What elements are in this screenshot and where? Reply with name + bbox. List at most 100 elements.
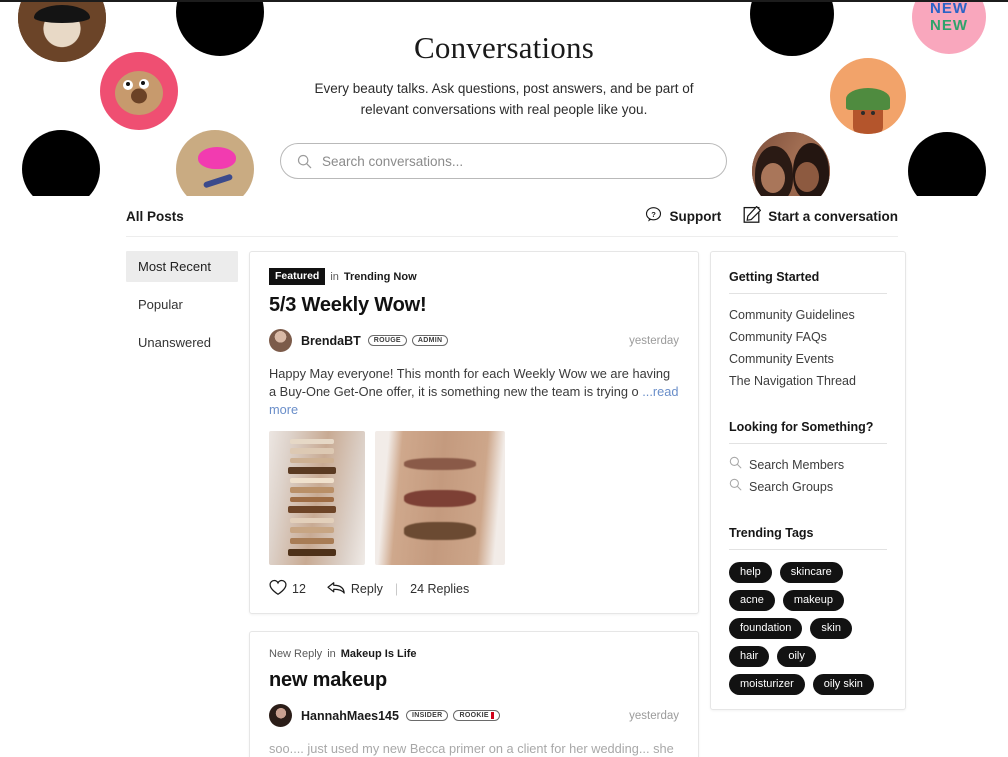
tag-moisturizer[interactable]: moisturizer <box>729 674 805 695</box>
hero-subtitle-line1: Every beauty talks. Ask questions, post … <box>314 81 694 96</box>
foundation-swatch-arm-photo-2[interactable] <box>375 431 505 565</box>
post-timestamp: yesterday <box>629 334 679 347</box>
badge-label: ADMIN <box>417 337 443 344</box>
search-icon <box>729 478 742 497</box>
reply-label: Reply <box>350 582 383 596</box>
reply-button[interactable]: Reply <box>326 580 383 599</box>
content-area: Most Recent Popular Unanswered Featured … <box>0 237 1008 757</box>
badge-label: ROUGE <box>373 337 401 344</box>
featured-badge: Featured <box>269 268 326 285</box>
start-conversation-label: Start a conversation <box>768 208 898 224</box>
support-button[interactable]: ? Support <box>645 206 721 226</box>
black-avatar-4 <box>908 132 986 196</box>
looking-for-heading: Looking for Something? <box>729 420 874 434</box>
rookie-rank-mark <box>490 712 494 719</box>
start-conversation-button[interactable]: Start a conversation <box>743 205 898 227</box>
search-input[interactable] <box>322 153 692 169</box>
hero-subtitle: Every beauty talks. Ask questions, post … <box>304 78 704 120</box>
meta-connector: in <box>327 648 336 660</box>
post-card[interactable]: Featured in Trending Now 5/3 Weekly Wow!… <box>249 251 699 614</box>
author-badge-rookie: ROOKIE <box>453 710 500 721</box>
post-title[interactable]: 5/3 Weekly Wow! <box>269 294 679 317</box>
post-meta: Featured in Trending Now <box>269 268 679 285</box>
replies-count[interactable]: 24 Replies <box>410 582 469 596</box>
author-name[interactable]: BrendaBT <box>301 334 361 348</box>
sidebar-link-community-events[interactable]: Community Events <box>729 350 887 369</box>
sidebar-link-community-faqs[interactable]: Community FAQs <box>729 328 887 347</box>
search-icon <box>297 154 312 169</box>
question-bubble-icon: ? <box>645 206 662 226</box>
swatch-stripe <box>403 522 477 540</box>
post-meta: New Reply in Makeup Is Life <box>269 648 679 660</box>
author-badge-insider: INSIDER <box>405 710 449 721</box>
tag-skin[interactable]: skin <box>810 618 852 639</box>
toolbar: All Posts ? Support Start a conversation <box>126 196 898 237</box>
tag-hair[interactable]: hair <box>729 646 770 667</box>
foundation-swatch-arm-photo-1[interactable] <box>269 431 365 565</box>
post-excerpt-text: Happy May everyone! This month for each … <box>269 366 671 399</box>
divider <box>729 443 887 444</box>
support-label: Support <box>669 208 722 224</box>
sidebar-link-label: Search Members <box>749 458 845 472</box>
sidebar-link-community-guidelines[interactable]: Community Guidelines <box>729 306 887 325</box>
search-bar[interactable] <box>280 143 727 179</box>
post-card[interactable]: New Reply in Makeup Is Life new makeup H… <box>249 631 699 757</box>
like-button[interactable]: 12 <box>269 579 306 599</box>
tag-oily[interactable]: oily <box>777 646 816 667</box>
sidebar-link-search-members[interactable]: Search Members <box>729 456 887 475</box>
page-title: Conversations <box>414 30 594 65</box>
two-women-selfie-avatar <box>752 132 830 196</box>
sidebar-link-label: Search Groups <box>749 480 834 494</box>
post-group-link[interactable]: Makeup Is Life <box>341 648 417 660</box>
post-author-row: HannahMaes145 INSIDER ROOKIE yesterday <box>269 704 679 727</box>
compose-pencil-icon <box>743 205 762 227</box>
getting-started-heading: Getting Started <box>729 270 820 284</box>
post-author-row: BrendaBT ROUGE ADMIN yesterday <box>269 329 679 352</box>
filter-label: Popular <box>138 297 183 312</box>
post-excerpt: Happy May everyone! This month for each … <box>269 365 679 419</box>
post-excerpt-text: soo.... just used my new Becca primer on… <box>269 741 674 756</box>
action-divider: | <box>394 582 399 596</box>
toolbar-actions: ? Support Start a conversation <box>645 205 898 227</box>
avatar[interactable] <box>269 329 292 352</box>
author-badge-admin: ADMIN <box>411 335 449 346</box>
heart-icon <box>269 579 287 599</box>
filter-sidebar: Most Recent Popular Unanswered <box>126 251 238 757</box>
author-badge-rouge: ROUGE <box>367 335 407 346</box>
filter-unanswered[interactable]: Unanswered <box>126 327 238 358</box>
tag-makeup[interactable]: makeup <box>782 590 844 611</box>
search-icon <box>729 456 742 475</box>
filter-label: Most Recent <box>138 259 211 274</box>
tag-help[interactable]: help <box>729 562 772 583</box>
like-count: 12 <box>292 582 306 596</box>
filter-label: Unanswered <box>138 335 211 350</box>
author-name[interactable]: HannahMaes145 <box>301 709 399 723</box>
sidebar-link-navigation-thread[interactable]: The Navigation Thread <box>729 372 887 391</box>
trending-tags-heading: Trending Tags <box>729 526 814 540</box>
post-title[interactable]: new makeup <box>269 669 679 692</box>
sidebar-link-search-groups[interactable]: Search Groups <box>729 478 887 497</box>
pink-lips-avatar <box>176 130 254 196</box>
post-group-link[interactable]: Trending Now <box>344 271 417 283</box>
tag-oily-skin[interactable]: oily skin <box>812 674 874 695</box>
info-sidebar: Getting Started Community Guidelines Com… <box>710 251 906 757</box>
filter-popular[interactable]: Popular <box>126 289 238 320</box>
tag-foundation[interactable]: foundation <box>729 618 803 639</box>
divider <box>729 549 887 550</box>
reply-arrow-icon <box>326 580 346 599</box>
divider <box>729 293 887 294</box>
tag-list: help skincare acne makeup foundation ski… <box>729 562 887 695</box>
tag-skincare[interactable]: skincare <box>779 562 843 583</box>
post-actions: 12 Reply | 24 Replies <box>269 579 679 599</box>
avatar[interactable] <box>269 704 292 727</box>
filter-most-recent[interactable]: Most Recent <box>126 251 238 282</box>
badge-label: INSIDER <box>411 712 443 719</box>
tag-acne[interactable]: acne <box>729 590 775 611</box>
swatch-stripe <box>403 489 477 508</box>
all-posts-label[interactable]: All Posts <box>126 209 184 224</box>
sidebar-card: Getting Started Community Guidelines Com… <box>710 251 906 710</box>
swatch-stripe <box>403 457 477 470</box>
svg-text:?: ? <box>652 210 657 219</box>
